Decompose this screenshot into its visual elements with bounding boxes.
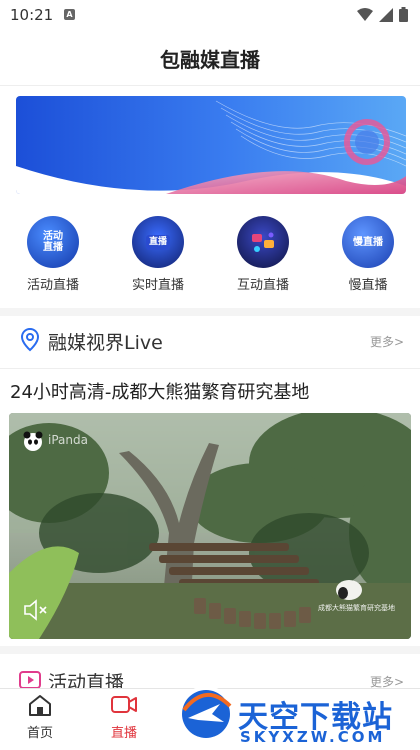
banner-graphic [16, 96, 406, 194]
status-bar: 10:21 A [0, 0, 420, 30]
interactive-live-icon [237, 216, 289, 268]
category-realtime-live[interactable]: 直播 实时直播 [116, 210, 200, 300]
page-title: 包融媒直播 [160, 48, 260, 72]
category-label: 慢直播 [348, 278, 388, 293]
status-time: 10:21 [10, 6, 54, 24]
section-divider [0, 646, 420, 654]
mute-icon[interactable] [22, 598, 50, 622]
panda-logo-icon [23, 431, 43, 451]
category-activity-live[interactable]: 活动 直播 活动直播 [11, 210, 95, 300]
tab-label: 直播 [110, 726, 137, 741]
site-watermark: 天空下载站 SKYXZW.COM [176, 676, 420, 746]
site-watermark-sub: SKYXZW.COM [240, 728, 386, 746]
video-watermark: iPanda [22, 430, 112, 454]
category-interactive-live[interactable]: 互动直播 [221, 210, 305, 300]
battery-icon [399, 7, 408, 22]
slow-live-icon: 慢直播 [342, 216, 394, 268]
category-label: 活动直播 [26, 278, 79, 293]
live-camera-icon [111, 696, 137, 713]
live-categories: 活动 直播 活动直播 直播 实时直播 互动直播 慢直播 慢直播 [0, 210, 420, 300]
promo-banner[interactable] [16, 96, 406, 194]
category-label: 实时直播 [131, 278, 184, 293]
video-caption: 成都大熊猫繁育研究基地 [318, 604, 395, 612]
interactive-glyph-icon [252, 232, 274, 252]
watermark-text: iPanda [48, 433, 88, 447]
notification-badge: A [64, 9, 75, 20]
divider-line [0, 368, 420, 369]
section-divider [0, 308, 420, 316]
app-header: 包融媒直播 [0, 30, 420, 86]
home-icon [29, 695, 51, 716]
more-link[interactable]: 更多> [370, 333, 404, 350]
realtime-live-icon: 直播 [132, 216, 184, 268]
signal-icon [379, 7, 393, 22]
section-live-header: 融媒视界Live 更多> [0, 316, 420, 366]
tab-live[interactable]: 直播 [94, 693, 154, 741]
location-pin-icon [20, 327, 40, 352]
category-label: 互动直播 [236, 278, 289, 293]
category-slow-live[interactable]: 慢直播 慢直播 [326, 210, 410, 300]
tab-home[interactable]: 首页 [10, 693, 70, 741]
tab-label: 首页 [26, 726, 53, 741]
section-title: 融媒视界Live [48, 332, 163, 354]
video-title[interactable]: 24小时高清-成都大熊猫繁育研究基地 [10, 378, 309, 404]
wifi-icon [357, 7, 373, 21]
activity-live-icon: 活动 直播 [27, 216, 79, 268]
status-icons [357, 7, 408, 22]
